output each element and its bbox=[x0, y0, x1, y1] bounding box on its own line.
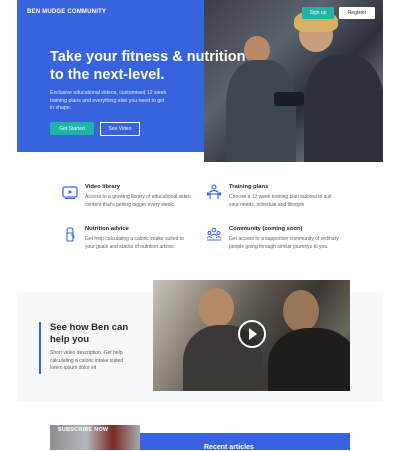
community-icon bbox=[206, 227, 222, 241]
get-started-button[interactable]: Get Started bbox=[50, 122, 94, 135]
feature-title: Nutrition advice bbox=[85, 226, 129, 232]
video-section-title: See how Ben can help you bbox=[50, 322, 129, 345]
feature-title: Training plans bbox=[229, 184, 269, 190]
video-library-icon bbox=[62, 186, 78, 199]
feature-text: Get help calculating a caloric intake su… bbox=[85, 236, 184, 250]
feature-title: Video library bbox=[85, 184, 121, 190]
subscribe-now-label[interactable]: SUBSCRIBE NOW bbox=[58, 427, 108, 433]
hero-description: Exclusive educational videos, customised… bbox=[50, 90, 167, 111]
landing-page: BEN MUDGE COMMUNITY Sign up Register Tak… bbox=[17, 0, 383, 451]
nutrition-icon bbox=[66, 227, 75, 242]
hero-section: BEN MUDGE COMMUNITY Sign up Register Tak… bbox=[17, 0, 383, 162]
hero-title: Take your fitness & nutrition to the nex… bbox=[50, 49, 246, 83]
subscribe-banner-image[interactable]: SUBSCRIBE NOW bbox=[50, 425, 140, 450]
feature-text: Choose a 12 week training plan tailored … bbox=[229, 194, 332, 208]
feature-text: Get access to a supportive community of … bbox=[229, 236, 339, 250]
register-button[interactable]: Register bbox=[339, 7, 375, 19]
see-video-button[interactable]: See Video bbox=[100, 122, 140, 136]
feature-title: Community (coming soon) bbox=[229, 226, 303, 232]
video-section-description: Short video description. Get help calcul… bbox=[50, 350, 124, 371]
video-section: See how Ben can help you Short video des… bbox=[17, 280, 383, 402]
play-button[interactable] bbox=[238, 320, 266, 348]
feature-text: Access to a growing library of education… bbox=[85, 194, 191, 208]
accent-bar bbox=[39, 322, 41, 374]
training-plan-icon bbox=[207, 184, 221, 199]
brand-logo[interactable]: BEN MUDGE COMMUNITY bbox=[27, 9, 106, 15]
articles-section: SUBSCRIBE NOW Recent articles bbox=[50, 425, 350, 451]
signup-button[interactable]: Sign up bbox=[302, 7, 334, 19]
video-player[interactable] bbox=[153, 280, 350, 391]
